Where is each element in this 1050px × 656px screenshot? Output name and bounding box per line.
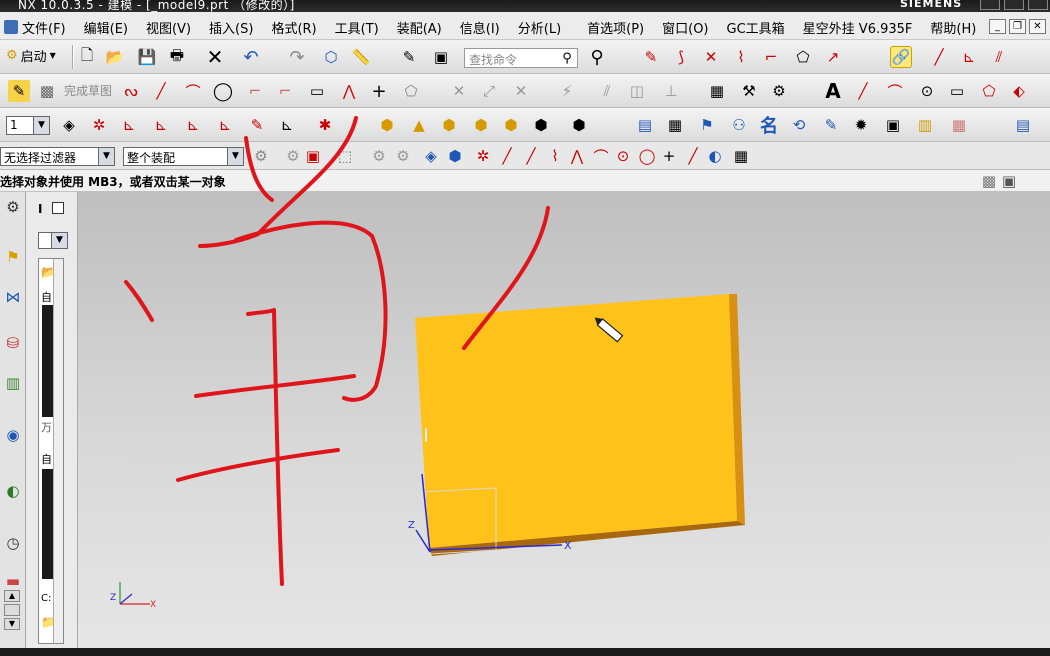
annotation-stroke [124, 280, 154, 322]
annotation-stroke [462, 206, 550, 350]
annotation-stroke [246, 308, 284, 586]
bottom-border [0, 648, 1050, 656]
annotation-stroke [176, 448, 340, 482]
annotation-overlay [124, 116, 550, 586]
annotation-stroke [244, 136, 274, 202]
